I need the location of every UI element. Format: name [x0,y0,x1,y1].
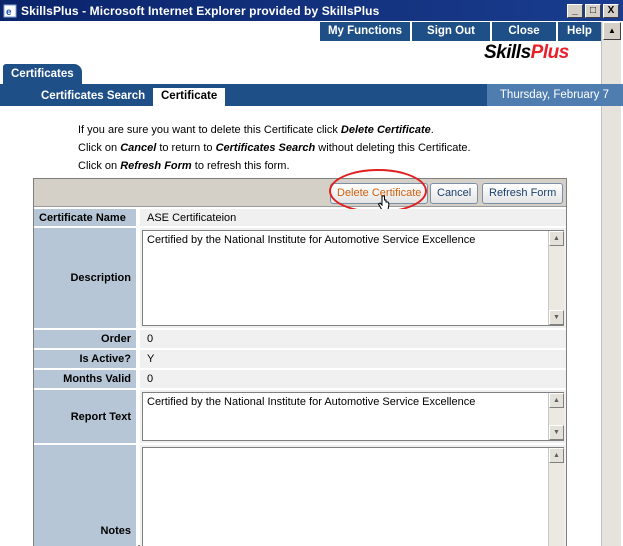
instr1-emphasis: Delete Certificate [340,124,431,136]
row-report-text: Report Text Certified by the National In… [34,390,566,443]
row-months-valid: Months Valid 0 [34,370,566,388]
certificate-form: Delete Certificate Cancel Refresh Form C… [33,169,567,546]
scroll-up-arrow-icon[interactable]: ▲ [549,231,564,246]
row-description: Description Certified by the National In… [34,228,566,328]
form-button-bar: Delete Certificate Cancel Refresh Form [34,169,566,213]
top-nav-bar: My Functions Sign Out Close Help [318,22,601,41]
top-nav: My Functions Sign Out Close Help [0,22,601,42]
window-title-bar: e SkillsPlus - Microsoft Internet Explor… [0,0,623,22]
label-is-active: Is Active? [34,350,138,368]
instr1-end: . [430,124,434,136]
row-notes: Notes ▲ [34,445,566,546]
scroll-up-arrow-icon[interactable]: ▲ [549,448,564,463]
instr2-text: Click on [78,142,121,154]
scroll-down-arrow-icon[interactable]: ▼ [549,310,564,325]
tab-certificates[interactable]: Certificates [3,64,82,85]
minimize-button[interactable]: _ [567,3,583,18]
scroll-up-icon[interactable]: ▲ [603,22,621,40]
scroll-up-arrow-icon[interactable]: ▲ [549,393,564,408]
label-report-text: Report Text [34,390,138,443]
label-description: Description [34,228,138,328]
instruction-line-1: If you are sure you want to delete this … [78,124,434,136]
report-text: Certified by the National Institute for … [147,396,476,408]
close-window-button[interactable]: X [603,3,619,18]
skillsplus-logo: SkillsPlus [484,42,569,64]
instr2-mid: to return to [156,142,216,154]
label-order: Order [34,330,138,348]
label-certificate-name: Certificate Name [34,209,138,226]
nav-close[interactable]: Close [490,22,556,41]
description-textarea[interactable]: Certified by the National Institute for … [142,230,564,326]
nav-sign-out[interactable]: Sign Out [410,22,490,41]
instr3-emphasis: Refresh Form [120,160,192,172]
current-date: Thursday, February 7 [487,84,623,106]
description-scrollbar[interactable]: ▲ ▼ [548,231,564,325]
subtab-certificate[interactable]: Certificate [153,88,226,106]
scroll-down-arrow-icon[interactable]: ▼ [549,425,564,440]
instr2-emphasis-search: Certificates Search [215,142,316,154]
ie-icon: e [2,3,18,19]
window-title: SkillsPlus - Microsoft Internet Explorer… [21,3,380,18]
value-order: 0 [140,330,566,348]
label-months-valid: Months Valid [34,370,138,388]
nav-help[interactable]: Help [556,22,601,41]
logo-part-plus: Plus [530,42,570,63]
value-is-active: Y [140,350,566,368]
value-months-valid: 0 [140,370,566,388]
subtab-certificates-search[interactable]: Certificates Search [41,88,145,106]
notes-scrollbar[interactable]: ▲ [548,448,564,546]
value-certificate-name: ASE Certificateion [140,209,566,226]
report-text-scrollbar[interactable]: ▲ ▼ [548,393,564,440]
refresh-form-button[interactable]: Refresh Form [482,183,564,204]
row-certificate-name: Certificate Name ASE Certificateion [34,209,566,226]
svg-text:e: e [6,7,12,18]
instr3-text: Click on [78,160,121,172]
description-text: Certified by the National Institute for … [147,234,476,246]
instr2-end: without deleting this Certificate. [315,142,471,154]
cancel-button[interactable]: Cancel [430,183,479,204]
notes-textarea[interactable]: ▲ [142,447,564,546]
row-is-active: Is Active? Y [34,350,566,368]
logo-part-skills: Skills [484,42,531,63]
instr3-end: to refresh this form. [191,160,290,172]
instruction-line-2: Click on Cancel to return to Certificate… [78,142,471,154]
row-order: Order 0 [34,330,566,348]
label-notes: Notes [34,445,138,546]
nav-my-functions[interactable]: My Functions [318,22,410,41]
instruction-line-3: Click on Refresh Form to refresh this fo… [78,160,290,172]
instr2-emphasis-cancel: Cancel [120,142,157,154]
report-text-textarea[interactable]: Certified by the National Institute for … [142,392,564,441]
maximize-button[interactable]: □ [585,3,601,18]
instr1-text: If you are sure you want to delete this … [78,124,341,136]
